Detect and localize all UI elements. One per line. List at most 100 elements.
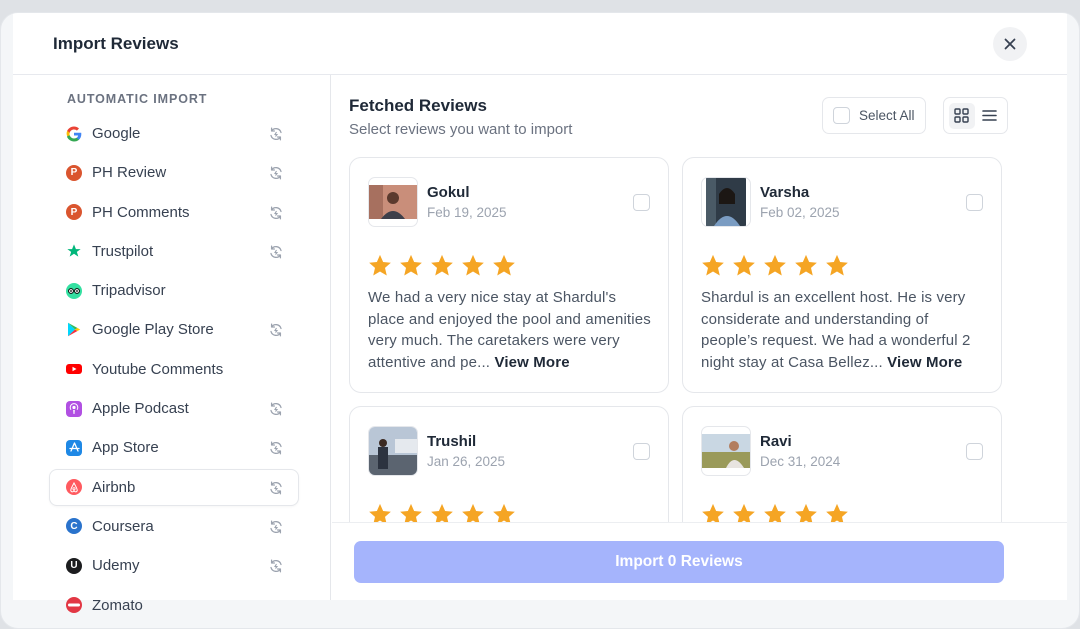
star-icon bbox=[826, 503, 848, 522]
dialog-title: Import Reviews bbox=[53, 34, 179, 53]
close-button[interactable] bbox=[993, 27, 1027, 61]
star-icon bbox=[462, 254, 484, 276]
sync-icon[interactable] bbox=[268, 440, 284, 456]
reviewer-name: Gokul bbox=[427, 184, 470, 201]
star-icon bbox=[826, 254, 848, 276]
review-date: Dec 31, 2024 bbox=[760, 454, 841, 469]
view-mode-toggle bbox=[943, 97, 1008, 134]
youtube-icon bbox=[66, 361, 82, 377]
sidebar-item-youtube[interactable]: Youtube Comments bbox=[49, 351, 299, 388]
view-more-link[interactable]: View More bbox=[494, 354, 569, 371]
sidebar-item-ph-review[interactable]: P PH Review bbox=[49, 154, 299, 191]
sync-icon[interactable] bbox=[268, 519, 284, 535]
google-icon bbox=[66, 126, 82, 142]
star-icon bbox=[493, 503, 515, 522]
sidebar-item-label: PH Comments bbox=[92, 203, 190, 221]
star-icon bbox=[462, 503, 484, 522]
sidebar-item-label: Tripadvisor bbox=[92, 282, 166, 300]
sync-icon[interactable] bbox=[268, 480, 284, 496]
star-icon bbox=[764, 254, 786, 276]
airbnb-icon bbox=[66, 479, 82, 496]
close-icon bbox=[1004, 38, 1016, 50]
sidebar-item-app-store[interactable]: App Store bbox=[49, 429, 299, 466]
sidebar-item-google-play[interactable]: Google Play Store bbox=[49, 311, 299, 348]
review-card[interactable]: Ravi Dec 31, 2024 bbox=[682, 406, 1002, 522]
reviewer-name: Trushil bbox=[427, 433, 477, 450]
sidebar-item-tripadvisor[interactable]: Tripadvisor bbox=[49, 272, 299, 309]
avatar bbox=[701, 426, 751, 476]
sidebar-item-google[interactable]: Google bbox=[49, 115, 299, 152]
star-rating bbox=[367, 502, 517, 522]
star-icon bbox=[733, 254, 755, 276]
star-icon bbox=[400, 503, 422, 522]
avatar bbox=[368, 177, 418, 227]
review-card[interactable]: Gokul Feb 19, 2025 We had a very nice st… bbox=[349, 157, 669, 393]
sidebar-item-label: Google Play Store bbox=[92, 321, 214, 339]
star-icon bbox=[733, 503, 755, 522]
fetched-reviews-panel: Fetched Reviews Select reviews you want … bbox=[332, 75, 1067, 600]
star-icon bbox=[795, 254, 817, 276]
list-view-button[interactable] bbox=[976, 103, 1002, 129]
sync-icon[interactable] bbox=[268, 558, 284, 574]
sync-icon[interactable] bbox=[268, 165, 284, 181]
import-reviews-button[interactable]: Import 0 Reviews bbox=[354, 541, 1004, 583]
reviewer-name: Ravi bbox=[760, 433, 792, 450]
sync-icon[interactable] bbox=[268, 126, 284, 142]
review-select-checkbox[interactable] bbox=[966, 443, 983, 460]
sidebar-item-label: Udemy bbox=[92, 557, 140, 575]
review-select-checkbox[interactable] bbox=[633, 194, 650, 211]
apple-podcast-icon bbox=[66, 400, 82, 417]
trustpilot-star-icon bbox=[66, 243, 82, 259]
star-icon bbox=[369, 254, 391, 276]
sidebar-item-ph-comments[interactable]: P PH Comments bbox=[49, 194, 299, 231]
sync-icon[interactable] bbox=[268, 322, 284, 338]
review-date: Feb 19, 2025 bbox=[427, 205, 507, 220]
sidebar-item-zomato[interactable]: Zomato bbox=[49, 587, 299, 624]
star-icon bbox=[702, 254, 724, 276]
import-reviews-dialog: Import Reviews AUTOMATIC IMPORT Google P… bbox=[0, 12, 1080, 629]
review-date: Feb 02, 2025 bbox=[760, 205, 840, 220]
sidebar-item-label: Google bbox=[92, 125, 141, 142]
review-card[interactable]: Varsha Feb 02, 2025 Shardul is an excell… bbox=[682, 157, 1002, 393]
sidebar-item-coursera[interactable]: C Coursera bbox=[49, 508, 299, 545]
coursera-icon: C bbox=[66, 518, 82, 535]
star-icon bbox=[431, 254, 453, 276]
reviews-grid: Gokul Feb 19, 2025 We had a very nice st… bbox=[349, 157, 1002, 522]
sync-icon[interactable] bbox=[268, 401, 284, 417]
producthunt-icon: P bbox=[66, 204, 82, 221]
star-icon bbox=[431, 503, 453, 522]
tripadvisor-icon bbox=[66, 282, 82, 299]
star-icon bbox=[702, 503, 724, 522]
sidebar-item-label: PH Review bbox=[92, 164, 167, 182]
google-play-icon bbox=[66, 322, 82, 338]
sync-icon[interactable] bbox=[268, 205, 284, 221]
sidebar-item-label: App Store bbox=[92, 439, 159, 457]
review-card[interactable]: Trushil Jan 26, 2025 bbox=[349, 406, 669, 522]
sidebar-item-label: Youtube Comments bbox=[92, 360, 224, 378]
select-all-button[interactable]: Select All bbox=[822, 97, 926, 134]
star-icon bbox=[493, 254, 515, 276]
star-icon bbox=[369, 503, 391, 522]
app-store-icon bbox=[66, 439, 82, 456]
sidebar-item-apple-podcast[interactable]: Apple Podcast bbox=[49, 390, 299, 427]
sidebar-item-label: Airbnb bbox=[92, 478, 136, 496]
review-select-checkbox[interactable] bbox=[633, 443, 650, 460]
producthunt-icon: P bbox=[66, 164, 82, 181]
sidebar-item-label: Zomato bbox=[92, 596, 143, 614]
review-text: Shardul is an excellent host. He is very… bbox=[701, 287, 989, 373]
sync-icon[interactable] bbox=[268, 244, 284, 260]
star-icon bbox=[764, 503, 786, 522]
sidebar-item-trustpilot[interactable]: Trustpilot bbox=[49, 233, 299, 270]
sidebar-item-airbnb[interactable]: Airbnb bbox=[49, 468, 299, 506]
dialog-header: Import Reviews bbox=[13, 13, 1067, 75]
sidebar-item-udemy[interactable]: U Udemy bbox=[49, 547, 299, 584]
review-date: Jan 26, 2025 bbox=[427, 454, 506, 469]
panel-title: Fetched Reviews bbox=[349, 96, 487, 115]
grid-view-button[interactable] bbox=[948, 102, 975, 129]
select-all-label: Select All bbox=[859, 108, 915, 123]
select-all-checkbox[interactable] bbox=[833, 107, 850, 124]
view-more-link[interactable]: View More bbox=[887, 354, 962, 371]
review-select-checkbox[interactable] bbox=[966, 194, 983, 211]
avatar bbox=[701, 177, 751, 227]
review-text: We had a very nice stay at Shardul's pla… bbox=[368, 287, 656, 373]
